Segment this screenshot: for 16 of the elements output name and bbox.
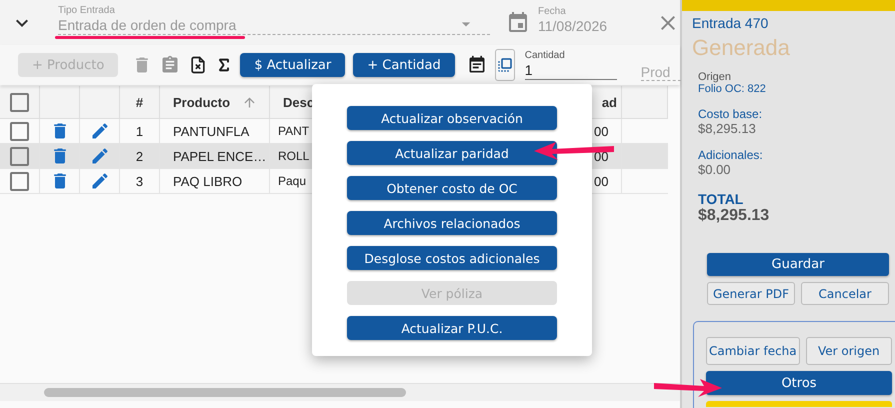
cost-value: $0.00 bbox=[698, 162, 732, 177]
table-cell: 3 bbox=[120, 169, 160, 193]
cost-value: $8,295.13 bbox=[698, 121, 757, 136]
table-cell: 2 bbox=[120, 144, 160, 168]
field-label: Cantidad bbox=[524, 50, 566, 61]
table-cell: 1 bbox=[120, 119, 160, 143]
status-text: Generada bbox=[692, 35, 791, 61]
total-value: $8,295.13 bbox=[698, 207, 770, 225]
cost-label: Adicionales: bbox=[698, 148, 764, 162]
origin-label: Origen bbox=[698, 71, 732, 83]
table-cell: PAPEL ENCE… bbox=[160, 144, 270, 168]
table-cell: PANTUNFLA bbox=[160, 119, 270, 143]
entry-title: Entrada 470 bbox=[692, 15, 770, 31]
cost-label: Costo base: bbox=[698, 107, 764, 121]
total-label: TOTAL bbox=[698, 191, 744, 207]
table-cell: PAQ LIBRO bbox=[160, 169, 270, 193]
